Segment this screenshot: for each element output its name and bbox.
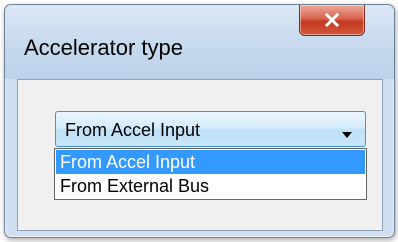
dropdown-option-from-external-bus[interactable]: From External Bus (56, 174, 365, 198)
close-button[interactable] (299, 5, 365, 36)
close-icon (324, 13, 340, 27)
chevron-down-icon[interactable] (341, 126, 353, 144)
title-bar[interactable]: Accelerator type (5, 5, 394, 79)
accelerator-type-combobox[interactable]: From Accel Input (55, 111, 366, 147)
dropdown-list: From Accel Input From External Bus (54, 148, 367, 200)
dropdown-option-from-accel-input[interactable]: From Accel Input (56, 150, 365, 174)
dialog-window: Accelerator type From Accel Input From A… (4, 4, 395, 238)
window-title: Accelerator type (24, 35, 183, 60)
combobox-selected-value: From Accel Input (65, 120, 201, 140)
dialog-content: From Accel Input From Accel Input From E… (17, 79, 383, 231)
